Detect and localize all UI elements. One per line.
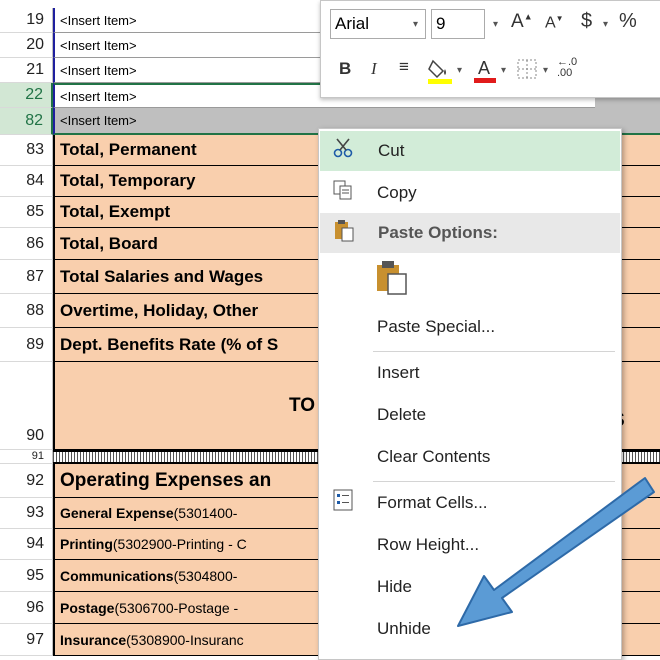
chevron-down-icon[interactable]: ▾ <box>457 65 462 76</box>
chevron-down-icon[interactable]: ▾ <box>413 19 418 30</box>
bold-button[interactable]: B <box>339 59 351 79</box>
row-header[interactable]: 92 <box>0 464 53 498</box>
menu-label: Paste Special... <box>377 317 496 336</box>
menu-separator <box>373 351 615 352</box>
format-cells-icon <box>329 489 357 517</box>
row-header[interactable]: 84 <box>0 166 53 197</box>
paste-options-header: Paste Options: <box>320 213 620 253</box>
increase-font-icon[interactable]: A▲ <box>511 11 533 33</box>
row-header[interactable]: 82 <box>0 108 53 135</box>
decrease-font-icon[interactable]: A▼ <box>545 14 564 32</box>
row-header[interactable]: 91 <box>0 450 53 464</box>
row-header[interactable]: 22 <box>0 83 53 108</box>
row-header[interactable]: 93 <box>0 498 53 529</box>
menu-label: Clear Contents <box>377 447 491 466</box>
increase-decimal-icon[interactable]: ←.0.00 <box>557 57 577 79</box>
row-header[interactable]: 96 <box>0 592 53 624</box>
chevron-down-icon[interactable]: ▾ <box>493 19 498 30</box>
row-header[interactable]: 89 <box>0 328 53 362</box>
row-header[interactable]: 97 <box>0 624 53 656</box>
row-header[interactable]: 87 <box>0 260 53 294</box>
menu-label: Copy <box>377 183 417 202</box>
menu-label: Cut <box>378 141 405 160</box>
paste-icon[interactable] <box>375 259 409 300</box>
menu-label: Paste Options: <box>378 223 498 242</box>
row-header[interactable]: 83 <box>0 135 53 166</box>
font-size-value: 9 <box>436 14 446 33</box>
font-color-icon[interactable]: A <box>473 55 497 90</box>
row-header[interactable]: 94 <box>0 529 53 560</box>
menu-item-insert[interactable]: Insert <box>319 353 621 393</box>
font-size-box[interactable]: 9 <box>431 9 485 39</box>
chevron-down-icon[interactable]: ▾ <box>501 65 506 76</box>
menu-item-cut[interactable]: Cut <box>320 131 620 171</box>
menu-item-paste-special[interactable]: Paste Special... <box>319 307 621 347</box>
row-header[interactable]: 90 <box>0 362 53 450</box>
menu-item-delete[interactable]: Delete <box>319 395 621 435</box>
italic-button[interactable]: I <box>371 59 377 79</box>
chevron-down-icon[interactable]: ▾ <box>543 65 548 76</box>
percent-icon[interactable]: % <box>619 10 637 33</box>
row-header[interactable]: 21 <box>0 58 53 83</box>
row-header[interactable]: 19 <box>0 8 53 33</box>
row-header[interactable]: 85 <box>0 197 53 228</box>
scissors-icon <box>330 137 358 165</box>
row-header[interactable]: 20 <box>0 33 53 58</box>
copy-icon <box>329 179 357 207</box>
mini-toolbar: Arial ▾ 9 ▾ A▲ A▼ $ ▾ % B I ≡ ▾ A ▾ ▾ ←.… <box>320 0 660 98</box>
row-header[interactable]: 86 <box>0 228 53 260</box>
fill-color-icon[interactable] <box>427 57 453 90</box>
menu-label: Hide <box>377 577 412 596</box>
align-center-icon[interactable]: ≡ <box>399 57 409 77</box>
row-header[interactable]: 95 <box>0 560 53 592</box>
row-header[interactable]: 88 <box>0 294 53 328</box>
svg-text:A: A <box>478 58 490 78</box>
font-name-value: Arial <box>335 14 370 33</box>
menu-label: Delete <box>377 405 427 424</box>
currency-button[interactable]: $ <box>581 10 592 33</box>
menu-item-copy[interactable]: Copy <box>319 173 621 213</box>
clipboard-icon <box>330 218 358 248</box>
annotation-arrow <box>457 477 655 627</box>
font-name-box[interactable]: Arial <box>330 9 426 39</box>
menu-label: Unhide <box>377 619 431 638</box>
borders-icon[interactable] <box>517 59 537 84</box>
menu-label: Insert <box>377 363 420 382</box>
chevron-down-icon[interactable]: ▾ <box>603 19 608 30</box>
